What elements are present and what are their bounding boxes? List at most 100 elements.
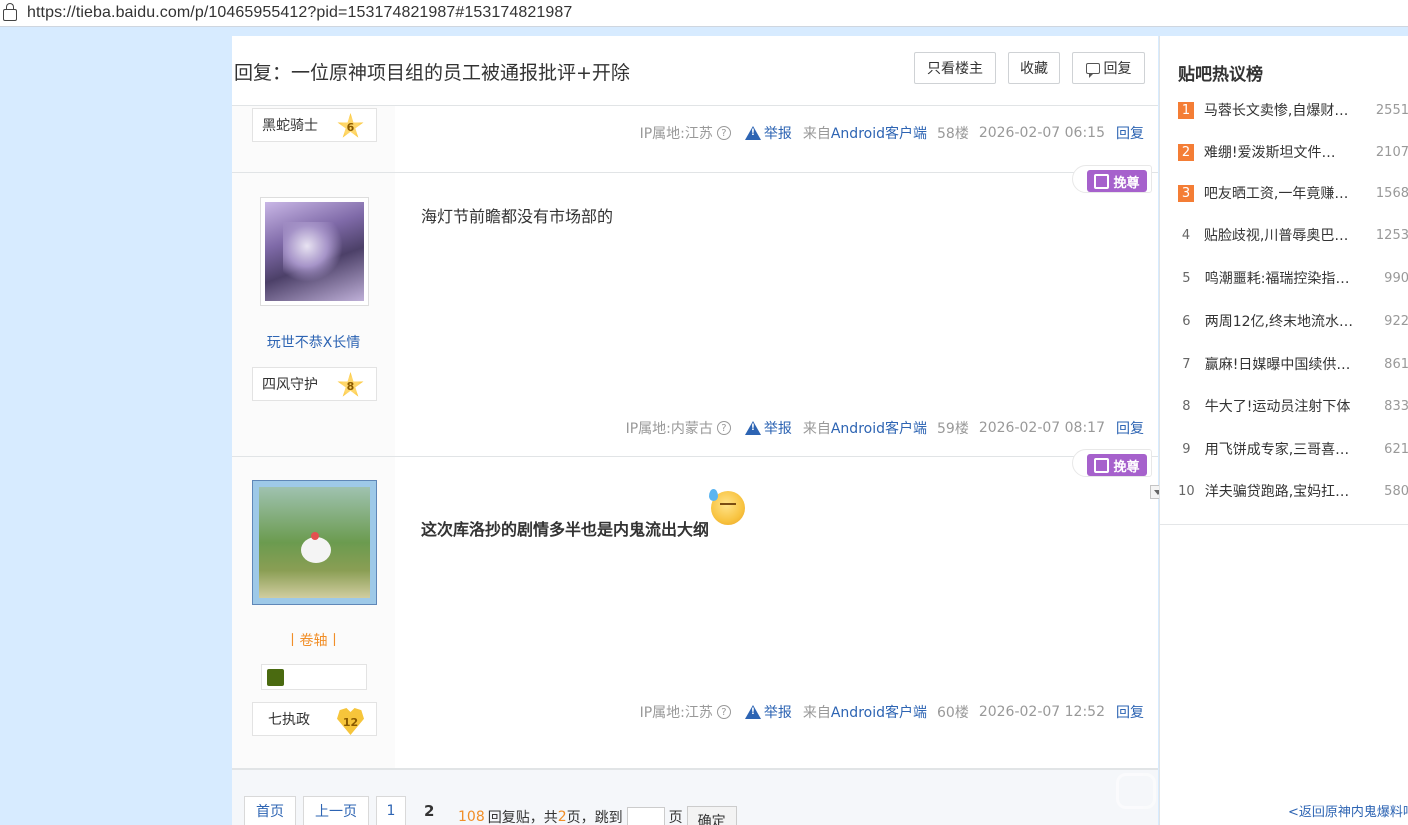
username-link[interactable]: 玩世不恭X长情 — [232, 332, 395, 352]
member-badge[interactable]: 黑蛇骑士 6 — [252, 108, 377, 142]
level-number: 8 — [346, 380, 355, 393]
page-info: 108 回复贴，共 2 页，跳到 页 确定 — [458, 802, 737, 825]
lock-icon[interactable] — [3, 3, 17, 21]
user-avatar[interactable] — [252, 480, 377, 605]
client-link[interactable]: Android客户端 — [831, 126, 927, 142]
hot-topic-item[interactable]: 5 鸣潮噩耗:福瑞控染指角色 990 — [1178, 268, 1408, 288]
reply-link[interactable]: 回复 — [1116, 418, 1144, 438]
hot-topic-count: 580 — [1384, 483, 1408, 499]
medal-icon[interactable] — [267, 669, 284, 686]
level-star-icon: 6 — [337, 113, 364, 138]
hot-topic-item[interactable]: 4 贴脸歧视,川普辱奥巴马夫妇 1253 — [1178, 225, 1408, 245]
warning-icon[interactable] — [744, 421, 761, 435]
hot-topic-count: 2551 — [1375, 102, 1408, 118]
report-link[interactable]: 举报 — [764, 418, 792, 438]
hot-topic-item[interactable]: 1 马蓉长文卖惨,自爆财务困境 2551 — [1178, 100, 1408, 120]
post-tail: IP属地:内蒙古 ? 举报 来自Android客户端 59楼 2026-02-0… — [626, 418, 1144, 438]
hot-topic-item[interactable]: 3 吧友晒工资,一年竟赚百万 1568 — [1178, 183, 1408, 203]
thread-main: 回复：一位原神项目组的员工被通报批评+开除 只看楼主 收藏 回复 黑蛇骑士 6 … — [232, 36, 1166, 825]
hot-topic-count: 922 — [1384, 313, 1408, 329]
hot-topic-item[interactable]: 8 牛大了!运动员注射下体 833 — [1178, 396, 1408, 416]
client-link[interactable]: Android客户端 — [831, 421, 927, 437]
save-post-label: 挽尊 — [1087, 170, 1147, 192]
prev-page-button[interactable]: 上一页 — [303, 796, 369, 825]
watermark: @原神内鬼吧 — [1116, 768, 1360, 814]
page-1-button[interactable]: 1 — [376, 796, 406, 825]
from-prefix: 来自 — [802, 705, 831, 721]
post-floor-58: 黑蛇骑士 6 IP属地:江苏 ? 举报 来自Android客户端 58楼 202… — [232, 106, 1158, 173]
thread-title: 回复：一位原神项目组的员工被通报批评+开除 — [234, 62, 630, 84]
ip-location: IP属地:内蒙古 — [625, 421, 713, 437]
hot-topic-title[interactable]: 洋夫骗贷跑路,宝妈扛下债务 — [1205, 481, 1357, 501]
rank-badge: 3 — [1178, 184, 1194, 202]
hot-topic-title[interactable]: 吧友晒工资,一年竟赚百万 — [1204, 183, 1349, 203]
post-time: 2026-02-07 12:52 — [978, 704, 1105, 720]
ip-location: IP属地:江苏 — [639, 705, 713, 721]
reply-button[interactable]: 回复 — [1072, 52, 1145, 84]
watermark-text: @原神内鬼吧 — [1168, 774, 1361, 812]
post-content: 海灯节前瞻都没有市场部的 — [421, 207, 614, 226]
client-source: 来自Android客户端 — [803, 702, 927, 722]
post-author-panel: 黑蛇骑士 6 — [232, 106, 395, 172]
hot-topic-count: 990 — [1384, 270, 1408, 286]
post-time: 2026-02-07 06:15 — [978, 125, 1105, 141]
reply-link[interactable]: 回复 — [1116, 123, 1144, 143]
hot-topic-title[interactable]: 难绷!爱泼斯坦文件惊现中国 — [1204, 142, 1349, 162]
chat-bubble-icon — [1085, 62, 1100, 78]
report-link[interactable]: 举报 — [764, 702, 792, 722]
rank-badge: 1 — [1178, 101, 1194, 119]
client-link[interactable]: Android客户端 — [831, 705, 927, 721]
member-badge[interactable]: 七执政 12 — [252, 702, 377, 736]
post-author-panel: 玩世不恭X长情 四风守护 8 — [232, 173, 395, 456]
client-source: 来自Android客户端 — [803, 123, 927, 143]
user-icon-bar — [261, 664, 367, 690]
post-floor-60: 丨卷轴丨 七执政 12 挽尊 这次库洛抄的剧情多半也是内鬼流出大纲 IP属地:江… — [232, 449, 1166, 769]
rank-number: 6 — [1182, 313, 1191, 329]
hot-topic-item[interactable]: 6 两周12亿,终末地流水惊人 922 — [1178, 311, 1408, 331]
save-post-button[interactable]: 挽尊 — [1072, 449, 1152, 477]
address-bar[interactable]: https://tieba.baidu.com/p/10465955412?pi… — [0, 0, 1408, 27]
client-source: 来自Android客户端 — [803, 418, 927, 438]
hot-topics-title: 贴吧热议榜 — [1178, 65, 1263, 85]
hot-topic-item[interactable]: 7 赢麻!日媒曝中国续供熊猫 861 — [1178, 354, 1408, 374]
hot-topic-item[interactable]: 2 难绷!爱泼斯坦文件惊现中国 2107 — [1178, 142, 1408, 162]
username-link[interactable]: 丨卷轴丨 — [232, 630, 395, 650]
avatar-image — [265, 202, 364, 301]
hot-topic-count: 833 — [1384, 398, 1408, 414]
help-icon[interactable]: ? — [716, 126, 731, 140]
hot-topic-title[interactable]: 用飞饼成专家,三哥喜提国奖 — [1205, 439, 1357, 459]
member-badge[interactable]: 四风守护 8 — [252, 367, 377, 401]
hot-topic-title[interactable]: 两周12亿,终末地流水惊人 — [1205, 311, 1357, 331]
hot-topic-item[interactable]: 9 用飞饼成专家,三哥喜提国奖 621 — [1178, 439, 1408, 459]
help-icon[interactable]: ? — [716, 421, 731, 435]
only-op-button[interactable]: 只看楼主 — [914, 52, 996, 84]
hot-topic-count: 861 — [1384, 356, 1408, 372]
help-icon[interactable]: ? — [716, 705, 731, 719]
rank-number: 9 — [1182, 441, 1191, 457]
right-sidebar: 贴吧热议榜 1 马蓉长文卖惨,自爆财务困境 2551 2难绷!爱泼斯坦文件惊现中国2… — [1159, 36, 1408, 825]
first-page-button[interactable]: 首页 — [244, 796, 296, 825]
url-text[interactable]: https://tieba.baidu.com/p/10465955412?pi… — [27, 4, 572, 22]
hot-topic-title[interactable]: 马蓉长文卖惨,自爆财务困境 — [1204, 100, 1349, 120]
badge-name: 七执政 — [268, 712, 310, 728]
post-tail: IP属地:江苏 ? 举报 来自Android客户端 60楼 2026-02-07… — [640, 702, 1144, 722]
reply-link[interactable]: 回复 — [1116, 702, 1144, 722]
save-post-button[interactable]: 挽尊 — [1072, 165, 1152, 193]
sweat-emoji-icon — [709, 489, 746, 525]
jump-page-input[interactable] — [626, 807, 665, 825]
report-link[interactable]: 举报 — [764, 123, 792, 143]
confirm-jump-button[interactable]: 确定 — [686, 806, 737, 825]
level-star-icon: 8 — [337, 372, 364, 397]
hot-topics-panel: 贴吧热议榜 1 马蓉长文卖惨,自爆财务困境 2551 2难绷!爱泼斯坦文件惊现中国2… — [1160, 36, 1408, 525]
hot-topic-title[interactable]: 贴脸歧视,川普辱奥巴马夫妇 — [1204, 225, 1349, 245]
hot-topic-item[interactable]: 10 洋夫骗贷跑路,宝妈扛下债务 580 — [1178, 481, 1408, 501]
hot-topic-title[interactable]: 牛大了!运动员注射下体 — [1205, 396, 1357, 416]
warning-icon[interactable] — [744, 705, 761, 719]
post-floor-59: 玩世不恭X长情 四风守护 8 挽尊 海灯节前瞻都没有市场部的 IP属地:内蒙古 … — [232, 165, 1158, 457]
hot-topic-title[interactable]: 赢麻!日媒曝中国续供熊猫 — [1205, 354, 1357, 374]
hot-topic-title[interactable]: 鸣潮噩耗:福瑞控染指角色 — [1205, 268, 1357, 288]
user-avatar[interactable] — [260, 197, 369, 306]
warning-icon[interactable] — [744, 126, 761, 140]
floor-number: 60楼 — [937, 705, 969, 721]
favorite-button[interactable]: 收藏 — [1008, 52, 1060, 84]
